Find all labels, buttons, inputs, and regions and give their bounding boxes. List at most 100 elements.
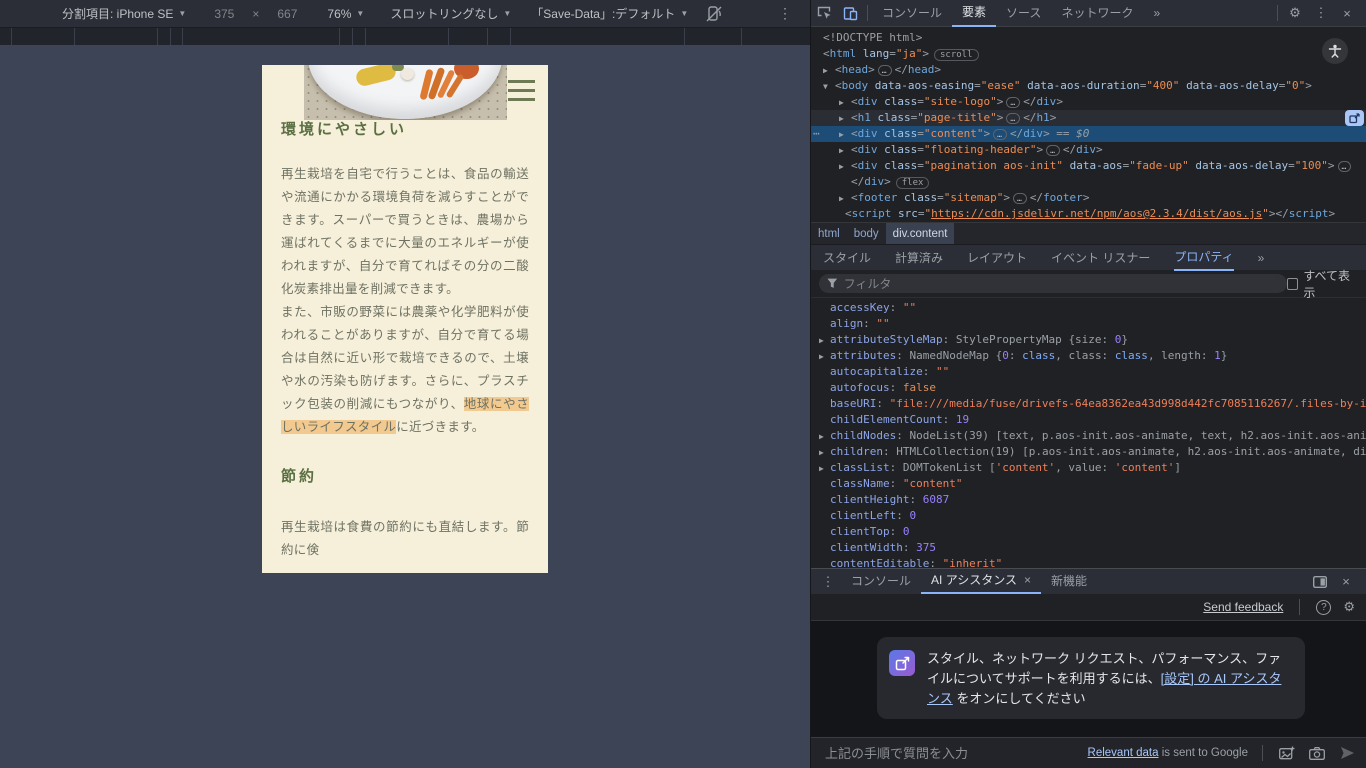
expand-arrow-icon[interactable]: ▶ [839, 127, 851, 143]
script-src-link[interactable]: https://cdn.jsdelivr.net/npm/aos@2.3.4/d… [931, 207, 1262, 220]
show-all-toggle[interactable]: すべて表示 [1287, 267, 1358, 301]
camera-icon[interactable] [1307, 743, 1327, 763]
devtools-drawer: ⋮ コンソール AI アシスタンス × 新機能 × Send feedback … [811, 568, 1366, 768]
show-all-checkbox[interactable] [1287, 277, 1299, 290]
prop-row: accessKey: "" [830, 301, 917, 314]
expand-ellipsis-button[interactable]: … [1012, 193, 1027, 204]
tab-elements[interactable]: 要素 [952, 0, 997, 27]
tree-row[interactable]: ▶ <div class="floating-header">… </div> [811, 142, 1366, 158]
tree-row[interactable]: ▶ <head>… </head> [811, 62, 1366, 78]
prop-name: contentEditable [830, 557, 930, 568]
collapse-arrow-icon[interactable]: ▼ [823, 79, 835, 95]
tree-row[interactable]: ▶ <div class="site-logo">… </div> [811, 94, 1366, 110]
tab-event-listeners[interactable]: イベント リスナー [1051, 245, 1150, 271]
prop-row[interactable]: ▶ classList: DOMTokenList ['content', val… [811, 460, 1366, 476]
tree-row[interactable]: ▶ <footer class="sitemap">… </footer> [811, 190, 1366, 206]
prop-row[interactable]: ▶ childNodes: NodeList(39) [text, p.aos-i… [811, 428, 1366, 444]
settings-gear-icon[interactable]: ⚙ [1282, 0, 1308, 26]
device-toolbar-toggle-icon[interactable] [837, 0, 863, 26]
tab-styles[interactable]: スタイル [823, 245, 871, 271]
tab-layout[interactable]: レイアウト [967, 245, 1027, 271]
expand-arrow-icon[interactable]: ▶ [839, 191, 851, 207]
prop-row: clientHeight: 6087 [830, 493, 950, 506]
expand-ellipsis-button[interactable]: … [877, 65, 892, 76]
ruler-tick [741, 28, 742, 45]
tab-network[interactable]: ネットワーク [1051, 0, 1143, 27]
tree-row[interactable]: ▶ <div class="pagination aos-init" data-a… [811, 158, 1366, 174]
prop-row[interactable]: ▶ attributeStyleMap: StylePropertyMap {si… [811, 332, 1366, 348]
chevron-down-icon: ▼ [178, 9, 187, 18]
tree-row[interactable]: ▶ <h1 class="page-title">… </h1> [811, 110, 1366, 126]
drawer-tab-whats-new[interactable]: 新機能 [1041, 569, 1097, 594]
throttling-dropdown[interactable]: スロットリングなし ▼ [390, 5, 511, 22]
tab-properties[interactable]: プロパティ [1174, 245, 1234, 271]
add-image-icon[interactable] [1277, 743, 1297, 763]
rotate-device-icon[interactable] [704, 4, 724, 24]
tree-row-selected[interactable]: ⋯ ▶ <div class="content">… </div> == $0 [811, 126, 1366, 142]
viewport-width-field[interactable]: 375 [214, 7, 234, 21]
tab-console[interactable]: コンソール [872, 0, 952, 27]
expand-ellipsis-button[interactable]: … [1006, 97, 1021, 108]
drawer-tab-console[interactable]: コンソール [841, 569, 921, 594]
breadcrumb-body[interactable]: body [847, 223, 886, 244]
tree-row[interactable]: <html lang="ja"> scroll [811, 46, 1366, 62]
zoom-dropdown[interactable]: 76% ▼ [327, 7, 364, 21]
more-sidebar-tabs-icon[interactable]: » [1258, 245, 1265, 271]
expand-arrow-icon[interactable]: ▶ [819, 429, 830, 445]
drawer-tab-ai-assistance[interactable]: AI アシスタンス × [921, 569, 1041, 594]
send-icon[interactable] [1337, 743, 1357, 763]
tab-sources[interactable]: ソース [996, 0, 1051, 27]
save-data-dropdown[interactable]: 「Save-Data」:デフォルト ▼ [531, 5, 688, 22]
ask-ai-icon[interactable] [1345, 110, 1364, 126]
devtools-menu-icon[interactable]: ⋮ [1308, 0, 1334, 26]
viewport-height-field[interactable]: 667 [277, 7, 297, 21]
send-feedback-link[interactable]: Send feedback [1203, 600, 1283, 614]
expand-arrow-icon[interactable]: ▶ [819, 461, 830, 477]
device-viewport[interactable]: メンバーが撮影 環境にやさしい 再生栽培を自宅で行うことは、食品の輸送や流通にか… [262, 65, 548, 573]
filter-input[interactable] [843, 276, 1279, 291]
expand-arrow-icon[interactable]: ▶ [819, 349, 830, 365]
expand-ellipsis-button[interactable]: … [1006, 113, 1021, 124]
tree-row[interactable]: <script src="https://cdn.jsdelivr.net/np… [811, 206, 1366, 222]
expand-ellipsis-button[interactable]: … [993, 129, 1007, 140]
expand-ellipsis-button[interactable]: … [1337, 161, 1352, 172]
hamburger-menu-icon[interactable] [508, 80, 535, 107]
drawer-menu-icon[interactable]: ⋮ [815, 569, 841, 595]
ai-question-input[interactable] [825, 745, 1078, 761]
prop-row[interactable]: ▶ attributes: NamedNodeMap {0: class, cla… [811, 348, 1366, 364]
expand-arrow-icon[interactable]: ▶ [839, 143, 851, 159]
prop-name: clientWidth [830, 541, 903, 554]
device-toolbar-menu-icon[interactable]: ⋮ [778, 5, 792, 22]
ruler-tick [487, 28, 488, 45]
prop-name: className [830, 477, 890, 490]
tree-row[interactable]: <!DOCTYPE html> [811, 30, 1366, 46]
properties-list: accessKey: "" align: "" ▶ attributeStyleMap… [811, 298, 1366, 568]
expand-arrow-icon[interactable]: ▶ [819, 445, 830, 461]
tree-row[interactable]: </div> flex [811, 174, 1366, 190]
prop-row: align: "" [830, 317, 890, 330]
relevant-data-link[interactable]: Relevant data [1088, 747, 1159, 759]
dock-side-icon[interactable] [1307, 569, 1333, 595]
ai-settings-gear-icon[interactable]: ⚙ [1343, 599, 1355, 615]
expand-arrow-icon[interactable]: ▶ [839, 159, 851, 175]
expand-ellipsis-button[interactable]: … [1046, 145, 1060, 156]
expand-arrow-icon[interactable]: ▶ [819, 333, 830, 349]
breadcrumb-html[interactable]: html [811, 223, 847, 244]
breadcrumb-div-content[interactable]: div.content [885, 223, 955, 244]
expand-arrow-icon[interactable]: ▶ [839, 95, 851, 111]
prop-row[interactable]: ▶ children: HTMLCollection(19) [p.aos-ini… [811, 444, 1366, 460]
row-hover-menu-icon[interactable]: ⋯ [813, 126, 821, 142]
help-icon[interactable]: ? [1316, 599, 1332, 615]
expand-arrow-icon[interactable]: ▶ [823, 63, 835, 79]
close-tab-icon[interactable]: × [1024, 569, 1031, 592]
member-photo [304, 65, 507, 120]
filter-input-wrap[interactable] [819, 274, 1287, 293]
expand-arrow-icon[interactable]: ▶ [839, 111, 851, 127]
device-preset-dropdown[interactable]: 分割項目: iPhone SE ▼ [62, 5, 186, 22]
close-devtools-icon[interactable]: × [1334, 0, 1360, 26]
tree-row[interactable]: ▼ <body data-aos-easing="ease" data-aos-d… [811, 78, 1366, 94]
tab-computed[interactable]: 計算済み [895, 245, 943, 271]
more-tabs-icon[interactable]: » [1143, 0, 1170, 27]
inspect-element-icon[interactable] [811, 0, 837, 26]
close-drawer-icon[interactable]: × [1333, 569, 1359, 595]
